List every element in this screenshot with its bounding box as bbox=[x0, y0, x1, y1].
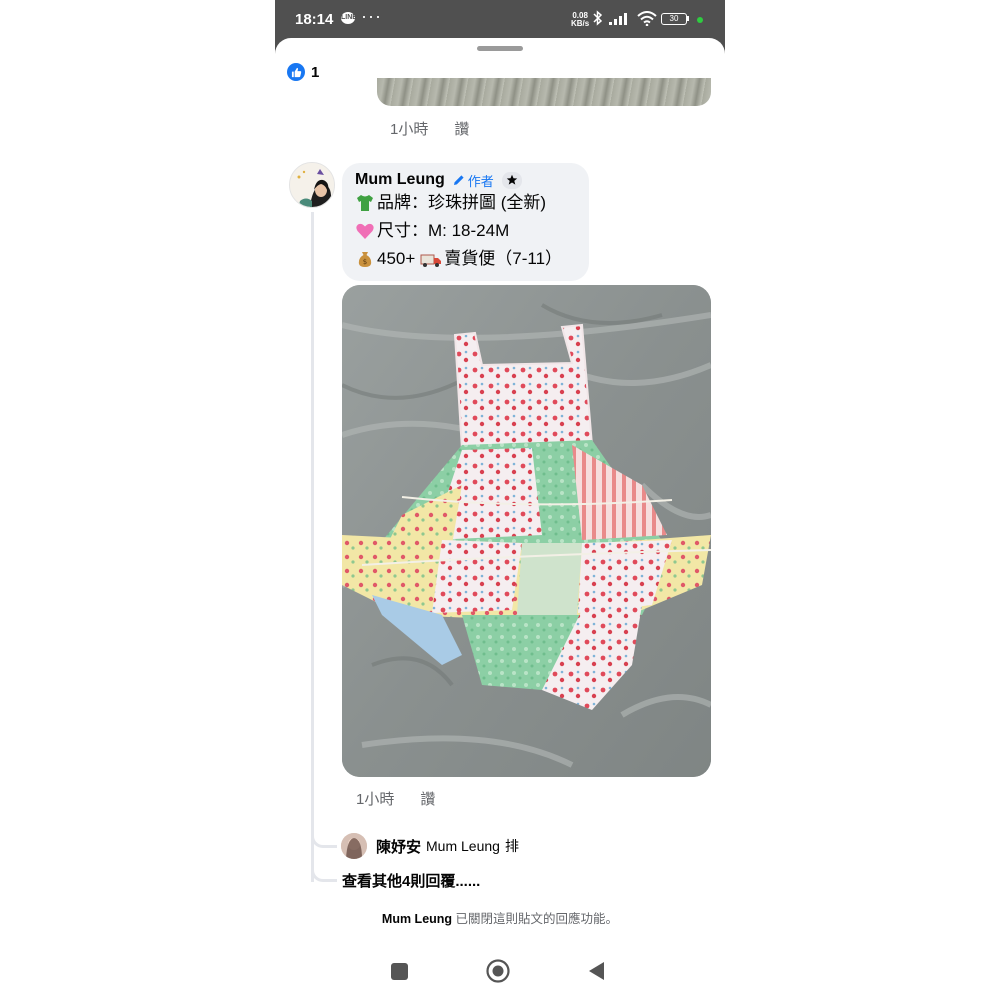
comment-line-size-text: 尺寸：M: 18-24M bbox=[377, 221, 510, 240]
status-bar: 18:14 LINE ··· 0.08 KB/s 30 bbox=[275, 0, 725, 40]
author-avatar[interactable] bbox=[289, 162, 335, 208]
reply-author-name[interactable]: 陳妤安 bbox=[376, 836, 421, 857]
recents-button[interactable] bbox=[391, 963, 408, 980]
more-replies-elbow bbox=[311, 866, 337, 882]
previous-comment-photo[interactable] bbox=[377, 78, 711, 106]
closed-note-author: Mum Leung bbox=[381, 912, 453, 926]
top-fan-star-icon bbox=[501, 171, 522, 189]
thumbs-up-icon bbox=[287, 63, 305, 81]
comment-time: 1小時 bbox=[356, 791, 395, 808]
previous-comment-time: 1小時 bbox=[390, 121, 429, 138]
pink-heart-emoji-icon bbox=[356, 223, 374, 239]
comment-like-button[interactable]: 讚 bbox=[420, 788, 435, 809]
like-count: 1 bbox=[311, 63, 320, 81]
comment-author-name[interactable]: Mum Leung bbox=[355, 171, 445, 189]
comment-line-price: $ 450+ 賣貨便（7-11） bbox=[355, 245, 577, 273]
line-app-icon: LINE bbox=[341, 12, 357, 24]
closed-note-text: 已關閉這則貼文的回應功能。 bbox=[455, 912, 619, 926]
comment-author-row: Mum Leung 作者 bbox=[355, 171, 577, 189]
phone-screen: 18:14 LINE ··· 0.08 KB/s 30 1 1小時 讚 Mum … bbox=[275, 0, 725, 946]
comment-bubble[interactable]: Mum Leung 作者 品牌：珍珠拼圖 (全新) 尺寸：M: 18-24M $ bbox=[342, 163, 589, 281]
comment-line-brand-text: 品牌：珍珠拼圖 (全新) bbox=[377, 193, 547, 212]
signal-icon bbox=[609, 13, 627, 25]
network-speed: 0.08 KB/s bbox=[571, 11, 590, 28]
pencil-icon bbox=[453, 175, 464, 185]
reply-preview[interactable]: 陳妤安 Mum Leung 排 bbox=[341, 832, 519, 860]
camera-indicator-dot bbox=[697, 17, 703, 23]
comments-sheet: 1 1小時 讚 Mum Leung 作者 品牌：珍珠拼圖 (全新) 尺寸：M: … bbox=[275, 38, 725, 946]
comment-line-size: 尺寸：M: 18-24M bbox=[355, 217, 577, 245]
bluetooth-icon bbox=[593, 10, 603, 26]
reply-author-avatar[interactable] bbox=[341, 833, 367, 859]
reply-text: 排 bbox=[504, 838, 519, 854]
tshirt-emoji-icon bbox=[357, 195, 373, 211]
home-button[interactable] bbox=[486, 959, 510, 983]
previous-comment-meta: 1小時 讚 bbox=[390, 118, 469, 139]
previous-comment-like-button[interactable]: 讚 bbox=[454, 118, 469, 139]
comments-closed-note: Mum Leung 已關閉這則貼文的回應功能。 bbox=[275, 908, 725, 927]
comment-photo[interactable] bbox=[342, 285, 711, 777]
money-bag-emoji-icon: $ bbox=[358, 252, 372, 267]
delivery-truck-emoji-icon bbox=[420, 254, 442, 267]
view-more-replies-link[interactable]: 查看其他4則回覆...... bbox=[342, 870, 480, 891]
comment-line-price-text: 450+ bbox=[377, 249, 416, 268]
comment-line-shipping-text: 賣貨便（7-11） bbox=[444, 249, 563, 268]
sheet-drag-handle[interactable] bbox=[477, 46, 523, 51]
reply-thread-elbow bbox=[311, 832, 337, 848]
battery-icon: 30 bbox=[661, 13, 687, 25]
battery-tip bbox=[687, 16, 689, 21]
more-notifications-icon: ··· bbox=[361, 6, 382, 26]
comment-meta: 1小時 讚 bbox=[356, 788, 435, 809]
svg-text:$: $ bbox=[363, 258, 367, 266]
back-button[interactable] bbox=[588, 961, 606, 981]
comment-line-brand: 品牌：珍珠拼圖 (全新) bbox=[355, 189, 577, 217]
reaction-summary[interactable]: 1 bbox=[287, 62, 319, 82]
wifi-icon bbox=[637, 11, 657, 26]
status-time: 18:14 bbox=[295, 11, 334, 28]
system-nav-bar bbox=[0, 946, 1000, 1000]
author-badge: 作者 bbox=[453, 171, 494, 190]
author-badge-label: 作者 bbox=[467, 173, 494, 189]
reply-mention[interactable]: Mum Leung bbox=[426, 838, 500, 854]
reply-thread-line bbox=[311, 212, 314, 882]
